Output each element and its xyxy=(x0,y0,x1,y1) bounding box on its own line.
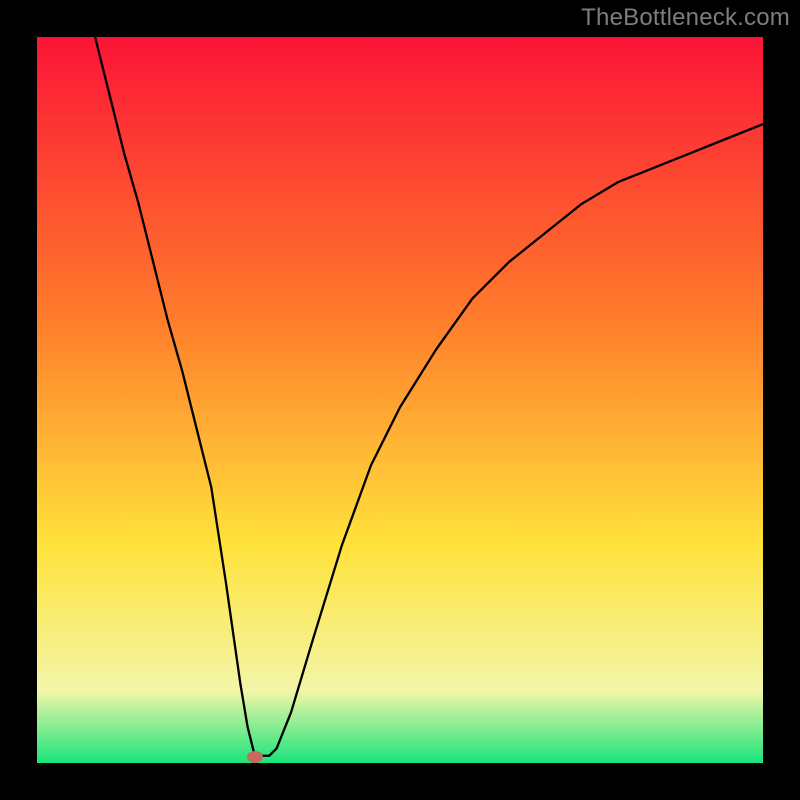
watermark-text: TheBottleneck.com xyxy=(581,4,790,32)
chart-frame: TheBottleneck.com xyxy=(0,0,800,800)
gradient-background xyxy=(37,37,763,763)
plot-area xyxy=(37,37,763,763)
min-marker xyxy=(247,751,263,763)
